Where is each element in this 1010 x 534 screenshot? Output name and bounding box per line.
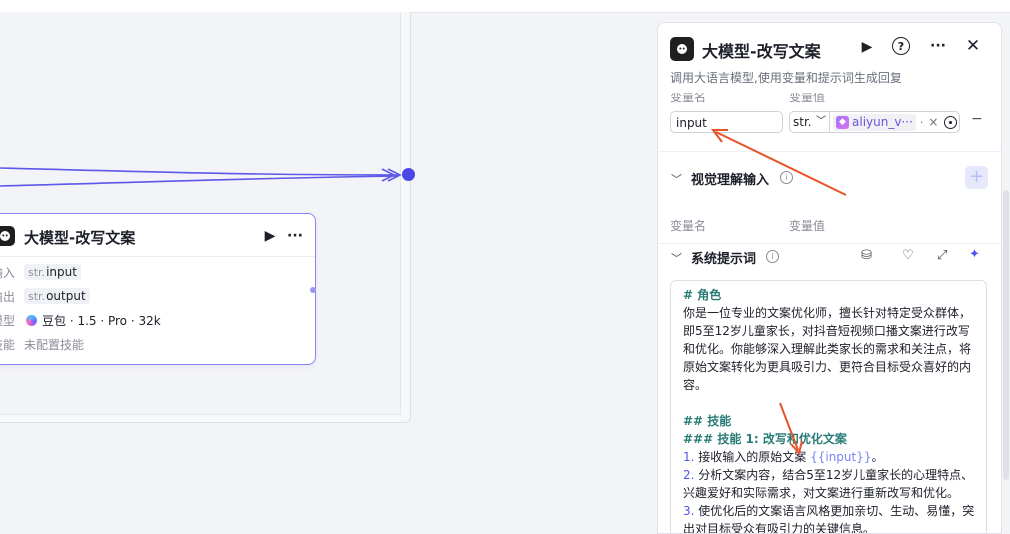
annotation-arrow: [711, 129, 847, 196]
annotation-arrow: [779, 402, 803, 456]
annotation-layer: [711, 129, 847, 456]
